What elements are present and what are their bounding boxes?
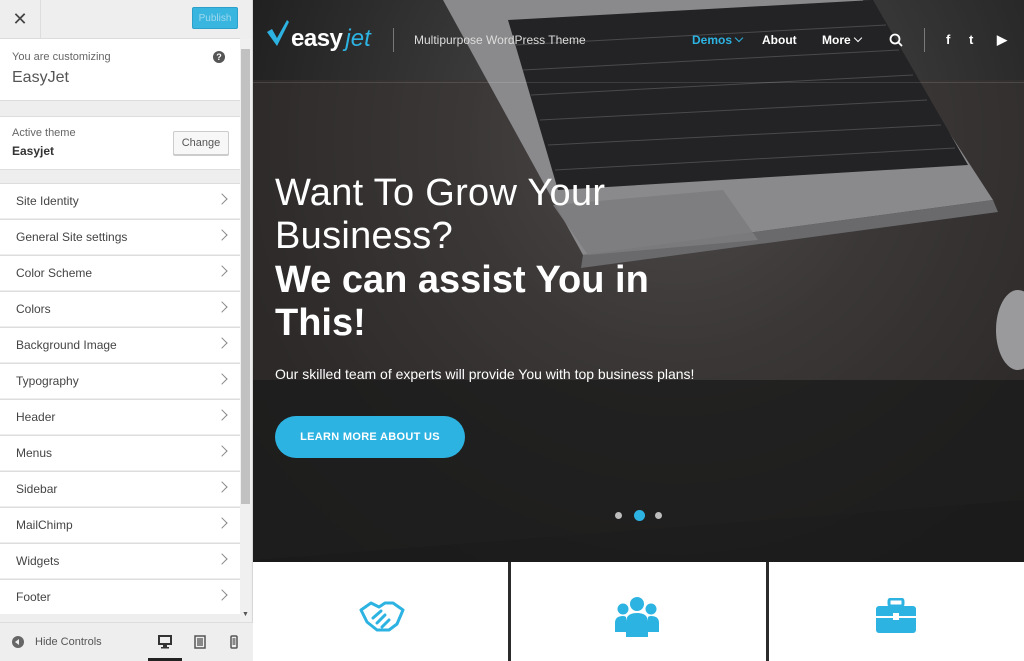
section-site-identity[interactable]: Site Identity [0, 183, 240, 218]
nav-about-label: About [762, 33, 797, 47]
header-divider [253, 82, 1024, 83]
section-label: Menus [16, 446, 53, 460]
sidebar-scrollbar[interactable]: ▼ [240, 39, 251, 622]
logo-text-easy: easy [291, 25, 343, 52]
customizer-sidebar: ✕ Publish You are customizing EasyJet ? … [0, 0, 253, 661]
logo-text-jet: jet [345, 25, 371, 52]
customizing-label: You are customizing [12, 51, 111, 63]
twitter-icon[interactable]: t [969, 32, 973, 47]
slider-dot-active[interactable] [634, 510, 645, 521]
nav-about[interactable]: About [762, 33, 797, 47]
nav-more[interactable]: More [822, 33, 862, 47]
close-icon: ✕ [12, 8, 28, 29]
logo-divider [393, 28, 394, 52]
section-label: Typography [16, 374, 79, 388]
site-tagline: Multipurpose WordPress Theme [414, 33, 586, 47]
hero-headline-bold: We can assist You in This! [275, 259, 649, 344]
chevron-right-icon [216, 517, 228, 529]
help-icon[interactable]: ? [213, 51, 225, 63]
desktop-icon[interactable] [156, 633, 174, 651]
chevron-right-icon [216, 301, 228, 313]
section-label: Sidebar [16, 482, 58, 496]
chevron-right-icon [216, 373, 228, 385]
logo-check-icon [267, 20, 289, 46]
section-label: MailChimp [16, 518, 73, 532]
chevron-right-icon [216, 229, 228, 241]
briefcase-icon [876, 598, 916, 633]
collapse-icon[interactable] [12, 636, 24, 648]
nav-demos[interactable]: Demos [692, 33, 744, 47]
nav-divider [924, 28, 925, 52]
section-label: Site Identity [16, 194, 79, 208]
section-typography[interactable]: Typography [0, 363, 240, 398]
slider-dot[interactable] [615, 512, 622, 519]
scrollbar-thumb[interactable] [241, 49, 250, 504]
hero-section: easy jet Multipurpose WordPress Theme De… [253, 0, 1024, 562]
team-icon [615, 597, 659, 637]
youtube-icon[interactable]: ▶ [997, 32, 1007, 48]
chevron-right-icon [216, 337, 228, 349]
site-preview: easy jet Multipurpose WordPress Theme De… [253, 0, 1024, 661]
nav-demos-label: Demos [692, 33, 733, 47]
section-sidebar[interactable]: Sidebar [0, 471, 240, 506]
feature-card [769, 562, 1024, 661]
customizer-sections: Site Identity General Site settings Colo… [0, 183, 240, 615]
section-mailchimp[interactable]: MailChimp [0, 507, 240, 542]
hide-controls-button[interactable]: Hide Controls [35, 636, 102, 648]
change-theme-button[interactable]: Change [173, 131, 229, 155]
section-label: Widgets [16, 554, 60, 568]
site-title: EasyJet [12, 69, 69, 86]
section-general-site-settings[interactable]: General Site settings [0, 219, 240, 254]
section-widgets[interactable]: Widgets [0, 543, 240, 578]
site-logo[interactable]: easy jet [267, 20, 371, 53]
section-label: Footer [16, 590, 51, 604]
publish-button[interactable]: Publish [192, 7, 238, 29]
section-colors[interactable]: Colors [0, 291, 240, 326]
facebook-icon[interactable]: f [946, 32, 950, 47]
section-menus[interactable]: Menus [0, 435, 240, 470]
section-header[interactable]: Header [0, 399, 240, 434]
section-label: Color Scheme [16, 266, 93, 280]
chevron-right-icon [216, 193, 228, 205]
section-footer[interactable]: Footer [0, 579, 240, 614]
section-label: Background Image [16, 338, 117, 352]
tablet-icon[interactable] [191, 633, 209, 651]
active-theme-section: Active theme Easyjet Change [0, 116, 240, 170]
chevron-down-icon [734, 33, 744, 43]
chevron-right-icon [216, 445, 228, 457]
learn-more-button[interactable]: LEARN MORE ABOUT US [275, 416, 465, 458]
customizer-footer: Hide Controls [0, 622, 253, 661]
slider-dot[interactable] [655, 512, 662, 519]
search-icon[interactable] [889, 33, 903, 47]
hero-subtitle: Our skilled team of experts will provide… [275, 366, 695, 382]
feature-card [253, 562, 508, 661]
chevron-right-icon [216, 265, 228, 277]
customizer-header: ✕ Publish [0, 0, 240, 39]
chevron-right-icon [216, 481, 228, 493]
mobile-icon[interactable] [225, 633, 243, 651]
hero-headline-light: Want To Grow Your Business? [275, 172, 606, 257]
close-customizer-button[interactable]: ✕ [0, 0, 41, 38]
handshake-icon [359, 601, 405, 632]
section-label: Header [16, 410, 56, 424]
chevron-right-icon [216, 409, 228, 421]
customizer-panel: You are customizing EasyJet ? Active the… [0, 39, 240, 622]
section-label: Colors [16, 302, 51, 316]
active-theme-name: Easyjet [12, 144, 55, 158]
chevron-down-icon [853, 33, 862, 43]
chevron-right-icon [216, 553, 228, 565]
section-background-image[interactable]: Background Image [0, 327, 240, 362]
section-label: General Site settings [16, 230, 128, 244]
active-theme-label: Active theme [12, 127, 76, 139]
section-color-scheme[interactable]: Color Scheme [0, 255, 240, 290]
customizing-info: You are customizing EasyJet ? [0, 39, 240, 101]
feature-card [511, 562, 766, 661]
scroll-down-arrow-icon[interactable]: ▼ [242, 611, 249, 618]
chevron-right-icon [216, 589, 228, 601]
nav-more-label: More [822, 33, 851, 47]
